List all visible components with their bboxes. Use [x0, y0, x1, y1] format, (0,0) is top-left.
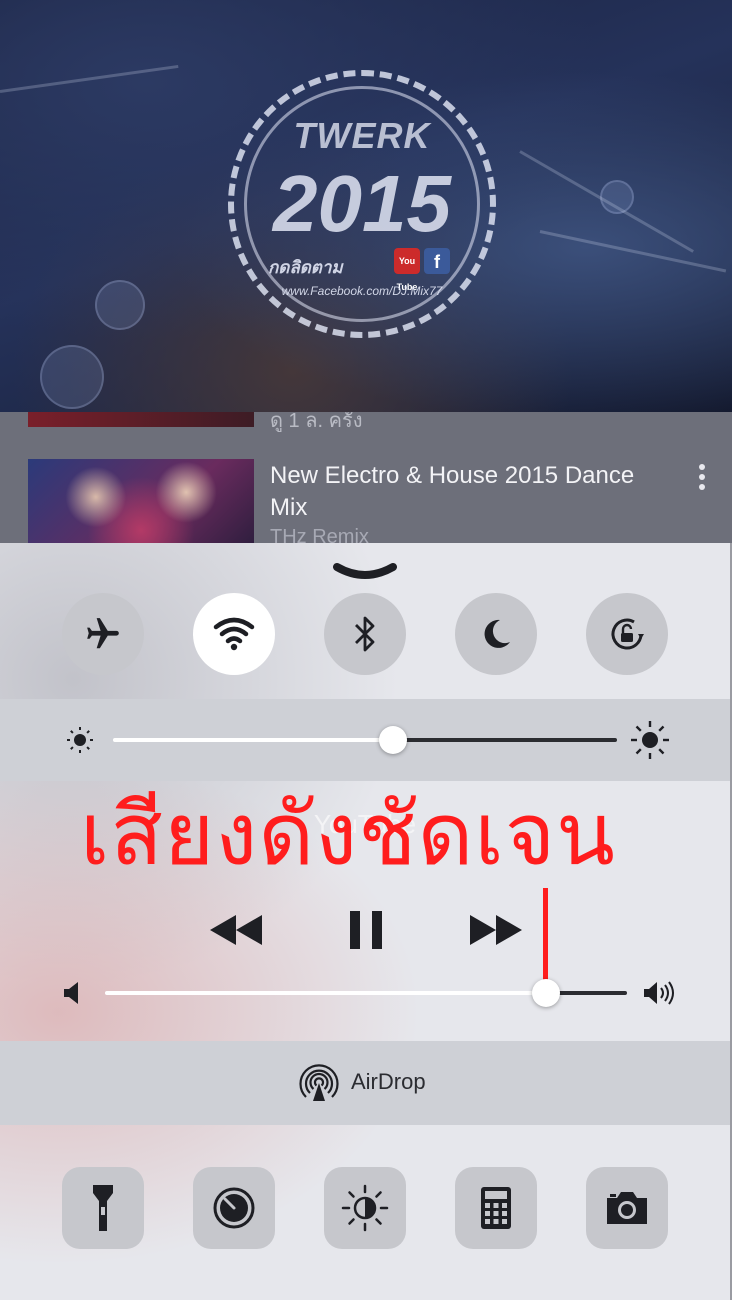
brightness-slider-track[interactable] [392, 738, 617, 742]
brightness-low-icon [67, 727, 93, 753]
wifi-toggle[interactable] [193, 593, 275, 675]
youtube-logo-icon: You Tube [394, 248, 420, 292]
moon-icon [484, 619, 510, 648]
related-video-list: ดู 1 ล. ครั้ง New Electro & House 2015 D… [0, 412, 732, 552]
brightness-high-icon [631, 721, 669, 759]
dj-cable [519, 150, 694, 253]
airplane-mode-toggle[interactable] [62, 593, 144, 675]
flashlight-button[interactable] [62, 1167, 144, 1249]
volume-low-icon [64, 982, 78, 1004]
timer-button[interactable] [193, 1167, 275, 1249]
facebook-logo-icon: f [424, 248, 450, 274]
overlay-caption: เสียงดังชัดเจน [80, 785, 616, 885]
video-title[interactable]: New Electro & House 2015 Dance Mix [270, 460, 650, 524]
rotation-lock-toggle[interactable] [586, 593, 668, 675]
dj-deck-knob [40, 345, 104, 409]
night-shift-button[interactable] [324, 1167, 406, 1249]
airdrop-icon [299, 1064, 339, 1101]
view-count: ดู 1 ล. ครั้ง [270, 412, 363, 432]
logo-url: www.Facebook.com/DJ.Mix77 [281, 284, 443, 298]
video-player[interactable]: TWERK 2015 กดลิดตาม You Tube f www.Faceb… [0, 0, 732, 412]
video-thumbnail[interactable] [28, 459, 254, 552]
volume-high-icon [644, 981, 674, 1005]
do-not-disturb-toggle[interactable] [455, 593, 537, 675]
dj-deck-knob [95, 280, 145, 330]
dj-cable [0, 64, 179, 93]
timer-icon [213, 1187, 255, 1229]
grabber-chevron-icon[interactable] [333, 561, 397, 581]
airdrop-label: AirDrop [351, 1069, 426, 1094]
calculator-button[interactable] [455, 1167, 537, 1249]
control-center: YouTube เสียงดังชัดเจน AirDrop [0, 543, 730, 1300]
flashlight-icon [93, 1185, 113, 1231]
brightness-slider-thumb[interactable] [378, 726, 407, 754]
airplane-icon [87, 618, 119, 649]
volume-annotation-line [543, 888, 548, 993]
calculator-icon [481, 1187, 511, 1229]
volume-slider-thumb[interactable] [532, 979, 561, 1007]
brightness-slider-fill [113, 738, 393, 742]
pause-icon[interactable] [348, 909, 384, 951]
more-options-icon[interactable] [696, 464, 708, 498]
video-thumbnail[interactable] [28, 412, 254, 427]
bluetooth-icon [355, 616, 375, 652]
camera-icon [607, 1192, 647, 1224]
logo-title: TWERK [293, 115, 431, 156]
camera-button[interactable] [586, 1167, 668, 1249]
logo-year: 2015 [273, 159, 451, 248]
dj-cable [539, 230, 727, 273]
logo-brand: กดลิดตาม [268, 258, 343, 277]
volume-slider-fill [105, 991, 547, 995]
wifi-icon [213, 617, 255, 651]
rotation-lock-icon [611, 618, 644, 650]
night-shift-icon [341, 1184, 389, 1232]
fast-forward-icon[interactable] [468, 913, 524, 947]
rewind-icon[interactable] [208, 913, 264, 947]
bluetooth-toggle[interactable] [324, 593, 406, 675]
